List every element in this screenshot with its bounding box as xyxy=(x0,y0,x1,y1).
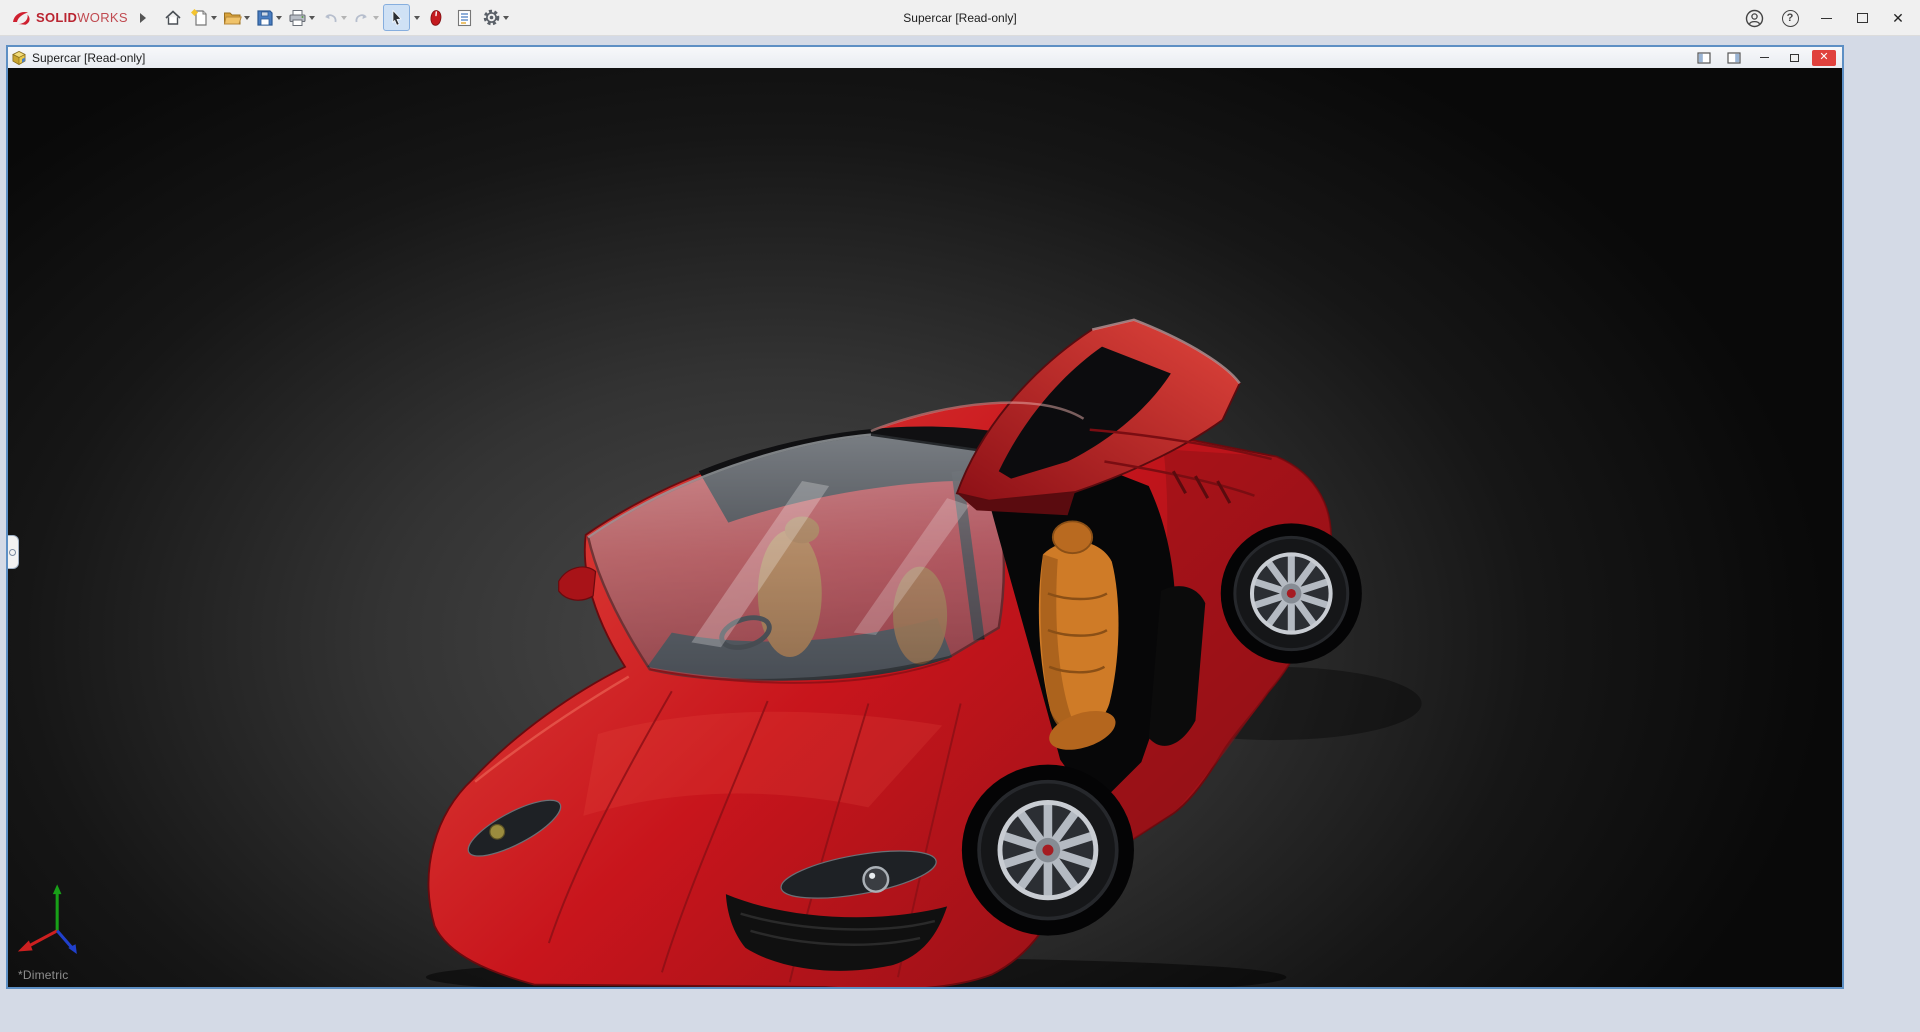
doc-pane-button-2[interactable] xyxy=(1722,50,1746,66)
minimize-button[interactable] xyxy=(1808,0,1844,36)
close-button[interactable]: ✕ xyxy=(1880,0,1916,36)
account-icon xyxy=(1745,9,1764,28)
solidworks-logo: SOLIDWORKS xyxy=(0,9,136,27)
doc-pane-button-1[interactable] xyxy=(1692,50,1716,66)
close-icon: ✕ xyxy=(1892,11,1904,25)
doc-restore-icon xyxy=(1790,54,1799,62)
document-window-controls: ✕ xyxy=(1692,50,1839,66)
redo-dropdown[interactable] xyxy=(373,16,379,20)
window-controls: ? ✕ xyxy=(1736,0,1916,36)
3d-viewport[interactable]: *Dimetric xyxy=(8,68,1842,987)
select-tool-button[interactable] xyxy=(383,4,410,31)
maximize-button[interactable] xyxy=(1844,0,1880,36)
document-properties-icon xyxy=(456,9,473,27)
view-orientation-label: *Dimetric xyxy=(18,968,68,982)
doc-minimize-button[interactable] xyxy=(1752,50,1776,66)
doc-restore-button[interactable] xyxy=(1782,50,1806,66)
options-dropdown[interactable] xyxy=(503,16,509,20)
options-button[interactable] xyxy=(480,4,511,31)
pane-layout-2-icon xyxy=(1727,52,1741,64)
doc-minimize-icon xyxy=(1760,57,1769,58)
document-title: Supercar [Read-only] xyxy=(32,51,145,65)
save-button[interactable] xyxy=(254,4,284,31)
undo-dropdown[interactable] xyxy=(341,16,347,20)
mouse-button[interactable] xyxy=(422,4,449,31)
expand-menu-chevron[interactable] xyxy=(140,13,146,23)
pane-layout-icon xyxy=(1697,52,1711,64)
doc-close-button[interactable]: ✕ xyxy=(1812,50,1836,66)
minimize-icon xyxy=(1821,18,1832,19)
part-document-icon xyxy=(11,50,27,66)
open-folder-icon xyxy=(223,9,242,27)
properties-button[interactable] xyxy=(451,4,478,31)
mouse-icon xyxy=(428,9,442,27)
save-floppy-icon xyxy=(256,9,274,27)
window-title: Supercar [Read-only] xyxy=(903,11,1016,25)
help-icon: ? xyxy=(1782,10,1799,27)
orientation-triad xyxy=(18,884,77,954)
redo-button[interactable] xyxy=(351,4,381,31)
document-window: Supercar [Read-only] xyxy=(6,45,1844,989)
dassault-systemes-logo-icon xyxy=(10,9,32,26)
save-dropdown[interactable] xyxy=(276,16,282,20)
standard-toolbar xyxy=(160,4,511,31)
brand-text-works: WORKS xyxy=(77,10,128,25)
print-icon xyxy=(288,9,307,27)
home-icon xyxy=(164,9,182,27)
doc-close-icon: ✕ xyxy=(1819,52,1828,63)
new-document-button[interactable] xyxy=(189,4,219,31)
maximize-icon xyxy=(1857,13,1868,23)
open-button[interactable] xyxy=(221,4,252,31)
print-button[interactable] xyxy=(286,4,317,31)
solidworks-app: SOLIDWORKS xyxy=(0,0,1920,1032)
document-titlebar[interactable]: Supercar [Read-only] xyxy=(8,47,1842,68)
undo-button[interactable] xyxy=(319,4,349,31)
help-button[interactable]: ? xyxy=(1772,0,1808,36)
new-document-icon xyxy=(191,9,209,27)
select-arrow-icon xyxy=(388,9,405,27)
print-dropdown[interactable] xyxy=(309,16,315,20)
account-button[interactable] xyxy=(1736,0,1772,36)
home-button[interactable] xyxy=(160,4,187,31)
supercar-3d-model xyxy=(8,68,1842,987)
select-tool-dropdown[interactable] xyxy=(414,16,420,20)
redo-icon xyxy=(353,9,371,27)
main-titlebar: SOLIDWORKS xyxy=(0,0,1920,36)
undo-icon xyxy=(321,9,339,27)
new-document-dropdown[interactable] xyxy=(211,16,217,20)
collapsed-panel-tab[interactable] xyxy=(8,535,19,569)
open-dropdown[interactable] xyxy=(244,16,250,20)
gear-icon xyxy=(482,8,501,27)
brand-text-solid: SOLID xyxy=(36,10,77,25)
